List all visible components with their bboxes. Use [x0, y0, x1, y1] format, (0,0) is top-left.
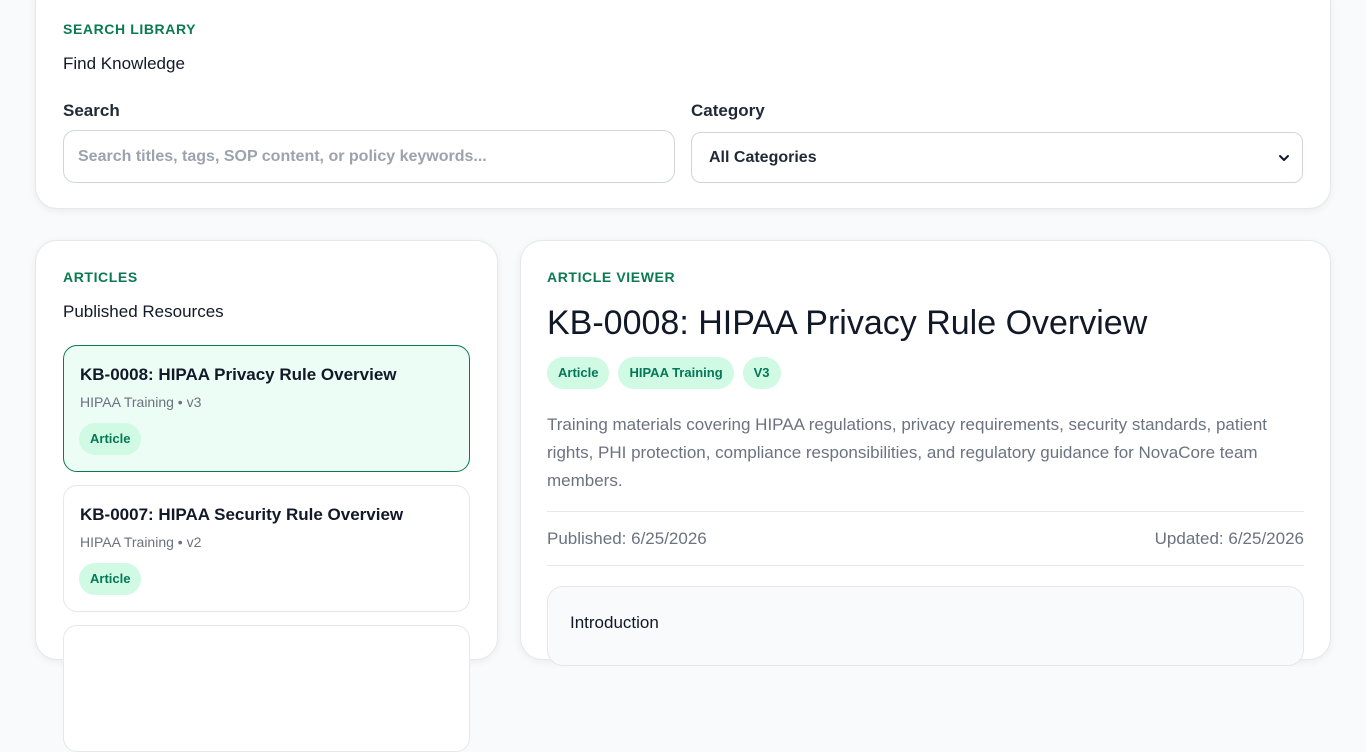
chevron-down-icon [1278, 152, 1290, 164]
updated-date: Updated: 6/25/2026 [1154, 528, 1304, 548]
article-item-meta: HIPAA Training • v3 [80, 394, 202, 410]
article-item[interactable]: KB-0008: HIPAA Privacy Rule Overview HIP… [63, 345, 470, 472]
published-resources-title: Published Resources [63, 302, 224, 321]
article-viewer-eyebrow: ARTICLE VIEWER [547, 269, 676, 285]
tag-badge: V3 [742, 357, 781, 389]
article-description: Training materials covering HIPAA regula… [547, 415, 1267, 490]
search-library-eyebrow: SEARCH LIBRARY [63, 21, 197, 37]
published-date: Published: 6/25/2026 [547, 528, 707, 548]
category-select[interactable]: All Categories [691, 132, 1303, 183]
find-knowledge-title: Find Knowledge [63, 54, 185, 73]
article-type-badge: Article [79, 423, 142, 455]
article-item-title: KB-0008: HIPAA Privacy Rule Overview [80, 365, 397, 384]
article-viewer-card: ARTICLE VIEWER KB-0008: HIPAA Privacy Ru… [520, 240, 1331, 666]
articles-eyebrow: ARTICLES [63, 269, 138, 285]
article-item-meta: HIPAA Training • v2 [80, 534, 202, 550]
article-item[interactable]: KB-0007: HIPAA Security Rule Overview HI… [63, 485, 470, 612]
article-item[interactable] [63, 625, 470, 752]
article-title: KB-0008: HIPAA Privacy Rule Overview [547, 304, 1148, 342]
article-item-title: KB-0007: HIPAA Security Rule Overview [80, 505, 404, 524]
section-title: Introduction [570, 613, 659, 632]
article-type-badge: Article [79, 563, 142, 595]
category-label: Category [691, 101, 765, 120]
article-section: Introduction [547, 586, 1304, 666]
articles-card: ARTICLES Published Resources KB-0008: HI… [35, 240, 498, 752]
article-tags: Article HIPAA Training V3 [547, 357, 781, 389]
search-input-wrapper[interactable] [63, 130, 675, 183]
tag-badge: Article [547, 357, 610, 389]
article-dates: Published: 6/25/2026 Updated: 6/25/2026 [547, 511, 1304, 566]
search-input[interactable] [78, 147, 660, 166]
tag-badge: HIPAA Training [618, 357, 734, 389]
search-label: Search [63, 101, 120, 120]
category-select-value: All Categories [709, 148, 817, 166]
search-library-card: SEARCH LIBRARY Find Knowledge Search Cat… [35, 0, 1331, 209]
